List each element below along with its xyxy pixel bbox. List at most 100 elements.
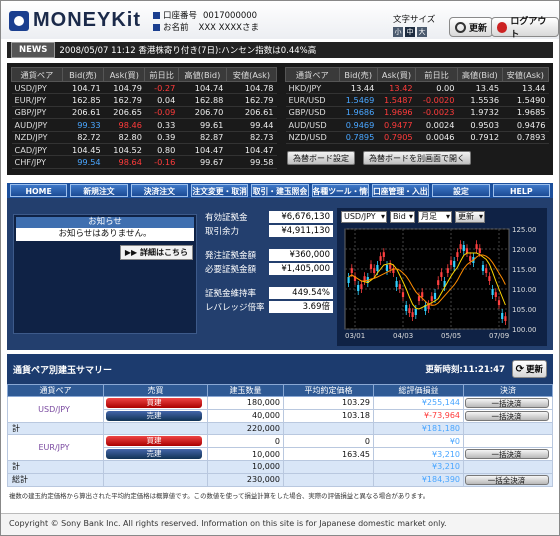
rate-cell: 162.79	[103, 93, 145, 107]
fund-value: 449.54%	[269, 287, 333, 299]
nav-item-0[interactable]: HOME	[10, 184, 68, 197]
bulk-close-button[interactable]: 一括決済	[464, 397, 549, 408]
bulk-close-button[interactable]: 一括決済	[464, 410, 549, 421]
rate-board-popup-button[interactable]: 為替ボードを別画面で開く	[363, 151, 471, 165]
rate-cell: 104.78	[226, 81, 277, 95]
nav-item-2[interactable]: 決済注文	[130, 184, 188, 197]
rate-cell: 13.42	[377, 81, 416, 95]
bullet-icon	[153, 24, 160, 31]
pair-cell: NZD/JPY	[11, 131, 63, 144]
rate-row[interactable]: EUR/USD 1.5469 1.5487 -0.0020 1.5536 1.5490	[285, 93, 549, 107]
candle-body	[398, 284, 401, 289]
rate-cell: 82.80	[103, 131, 145, 144]
refresh-icon	[455, 21, 466, 33]
candle-body	[411, 312, 414, 317]
close-all-button[interactable]: 一括全決済	[464, 474, 549, 485]
sell-button[interactable]: 売建	[106, 410, 202, 421]
rate-cell: 162.79	[226, 93, 277, 107]
rate-row[interactable]: AUD/JPY 99.33 98.46 0.33 99.61 99.44	[11, 118, 277, 132]
rate-col-header: 安値(Ask)	[225, 67, 278, 82]
rate-row[interactable]: USD/JPY 104.71 104.79 -0.27 104.74 104.78	[11, 81, 277, 95]
font-size-medium[interactable]: 中	[405, 27, 415, 37]
fund-label: 証拠金維持率	[205, 289, 257, 299]
candle-body	[488, 276, 491, 281]
fund-value: 3.69倍	[269, 301, 333, 313]
chart-refresh-button[interactable]: 更新	[455, 211, 485, 223]
candle-body	[401, 292, 405, 297]
rate-row[interactable]: EUR/JPY 162.85 162.79 0.04 162.88 162.79	[11, 93, 277, 107]
pair-cell: USD/JPY	[7, 396, 104, 423]
candle-body	[459, 244, 462, 249]
side-select[interactable]: Bid	[390, 211, 415, 223]
fund-row: 証拠金維持率 449.54%	[205, 286, 333, 300]
avg-price-cell: 103.29	[283, 396, 374, 410]
font-size-small[interactable]: 小	[393, 27, 403, 37]
rate-cell: 206.65	[103, 106, 145, 120]
qty-cell: 180,000	[207, 396, 284, 410]
font-size-large[interactable]: 大	[417, 27, 427, 37]
rate-row[interactable]: HKD/JPY 13.44 13.42 0.00 13.45 13.44	[285, 81, 549, 95]
candle-body	[373, 268, 376, 273]
news-ticker[interactable]: NEWS 2008/05/07 11:12 香港株寄り付き(7日):ハンセン指数…	[7, 42, 553, 58]
rate-row[interactable]: NZD/JPY 82.72 82.80 0.39 82.87 82.73	[11, 131, 277, 144]
nav-item-6[interactable]: 口座管理・入出金	[371, 184, 430, 197]
nav-item-5[interactable]: 各種ツール・情報	[311, 184, 369, 197]
y-tick-label: 125.00	[512, 226, 537, 234]
nav-item-4[interactable]: 取引・建玉照会	[251, 184, 309, 197]
col-header: 総評価損益	[373, 384, 464, 397]
font-size-label: 文字サイズ	[393, 15, 436, 25]
account-number: 0017000000	[203, 11, 258, 21]
nav-item-7[interactable]: 設定	[432, 184, 490, 197]
pl-cell: ¥255,144	[373, 396, 464, 410]
rate-row[interactable]: GBP/USD 1.9686 1.9696 -0.0023 1.9732 1.9685	[285, 106, 549, 120]
account-label: 口座番号	[163, 11, 198, 21]
rate-row[interactable]: CHF/JPY 99.54 98.64 -0.16 99.67 99.58	[11, 155, 277, 169]
rate-cell: 0.9477	[377, 118, 416, 132]
rate-cell: 99.44	[226, 118, 277, 132]
rate-cell: 104.47	[226, 143, 277, 157]
rate-row[interactable]: CAD/JPY 104.45 104.52 0.80 104.47 104.47	[11, 143, 277, 157]
bulk-close-button[interactable]: 一括決済	[464, 449, 549, 460]
summary-refresh-label: 更新	[525, 365, 543, 375]
buy-button[interactable]: 買建	[106, 436, 202, 447]
candle-body	[385, 265, 389, 271]
rate-row[interactable]: GBP/JPY 206.61 206.65 -0.09 206.70 206.61	[11, 106, 277, 120]
fund-row: 有効証拠金 ¥6,676,130	[205, 210, 333, 224]
pair-cell: NZD/USD	[285, 131, 340, 144]
subtotal-label: 計	[7, 459, 104, 474]
buy-button[interactable]: 買建	[106, 397, 202, 408]
candle-body	[405, 305, 408, 311]
rate-cell: 104.71	[62, 81, 104, 95]
nav-item-3[interactable]: 注文変更・取消	[190, 184, 249, 197]
candle-body	[363, 276, 366, 281]
nav-item-8[interactable]: HELP	[492, 184, 550, 197]
rate-col-header: 高値(Bid)	[456, 67, 503, 82]
rate-cell: 104.45	[62, 143, 104, 157]
rate-cell: 0.0024	[415, 118, 458, 132]
rate-cell: -0.09	[144, 106, 179, 120]
pair-cell: AUD/USD	[285, 118, 340, 132]
news-text[interactable]: 2008/05/07 11:12 香港株寄り付き(7日):ハンセン指数は0.44…	[59, 44, 316, 56]
logout-button[interactable]: ログアウト	[491, 17, 559, 40]
rate-cell: 82.73	[226, 131, 277, 144]
notice-box: お知らせ お知らせはありません。 ▶▶ 詳細はこちら	[13, 214, 197, 334]
rate-col-header: Bid(売)	[61, 67, 105, 82]
rate-board-settings-button[interactable]: 為替ボード設定	[287, 151, 355, 165]
rate-cell: 99.61	[178, 118, 227, 132]
refresh-button[interactable]: 更新	[449, 17, 494, 37]
y-tick-label: 110.00	[512, 286, 537, 294]
notice-title: お知らせ	[16, 217, 194, 228]
period-select[interactable]: 月足	[418, 211, 452, 223]
dashboard-panel: お知らせ お知らせはありません。 ▶▶ 詳細はこちら 有効証拠金 ¥6,676,1…	[7, 198, 553, 350]
rate-row[interactable]: AUD/USD 0.9469 0.9477 0.0024 0.9503 0.9476	[285, 118, 549, 132]
nav-item-1[interactable]: 新規注文	[70, 184, 128, 197]
rate-cell: 82.72	[62, 131, 104, 144]
rate-cell: 0.39	[144, 131, 179, 144]
rate-cell: 1.9732	[457, 106, 503, 120]
rate-row[interactable]: NZD/USD 0.7895 0.7905 0.0046 0.7912 0.7893	[285, 131, 549, 144]
sell-button[interactable]: 売建	[106, 449, 202, 460]
pair-select[interactable]: USD/JPY	[341, 211, 387, 223]
summary-refresh-button[interactable]: ⟳ 更新	[511, 360, 547, 378]
candle-body	[347, 277, 350, 283]
detail-button[interactable]: ▶▶ 詳細はこちら	[119, 245, 193, 260]
